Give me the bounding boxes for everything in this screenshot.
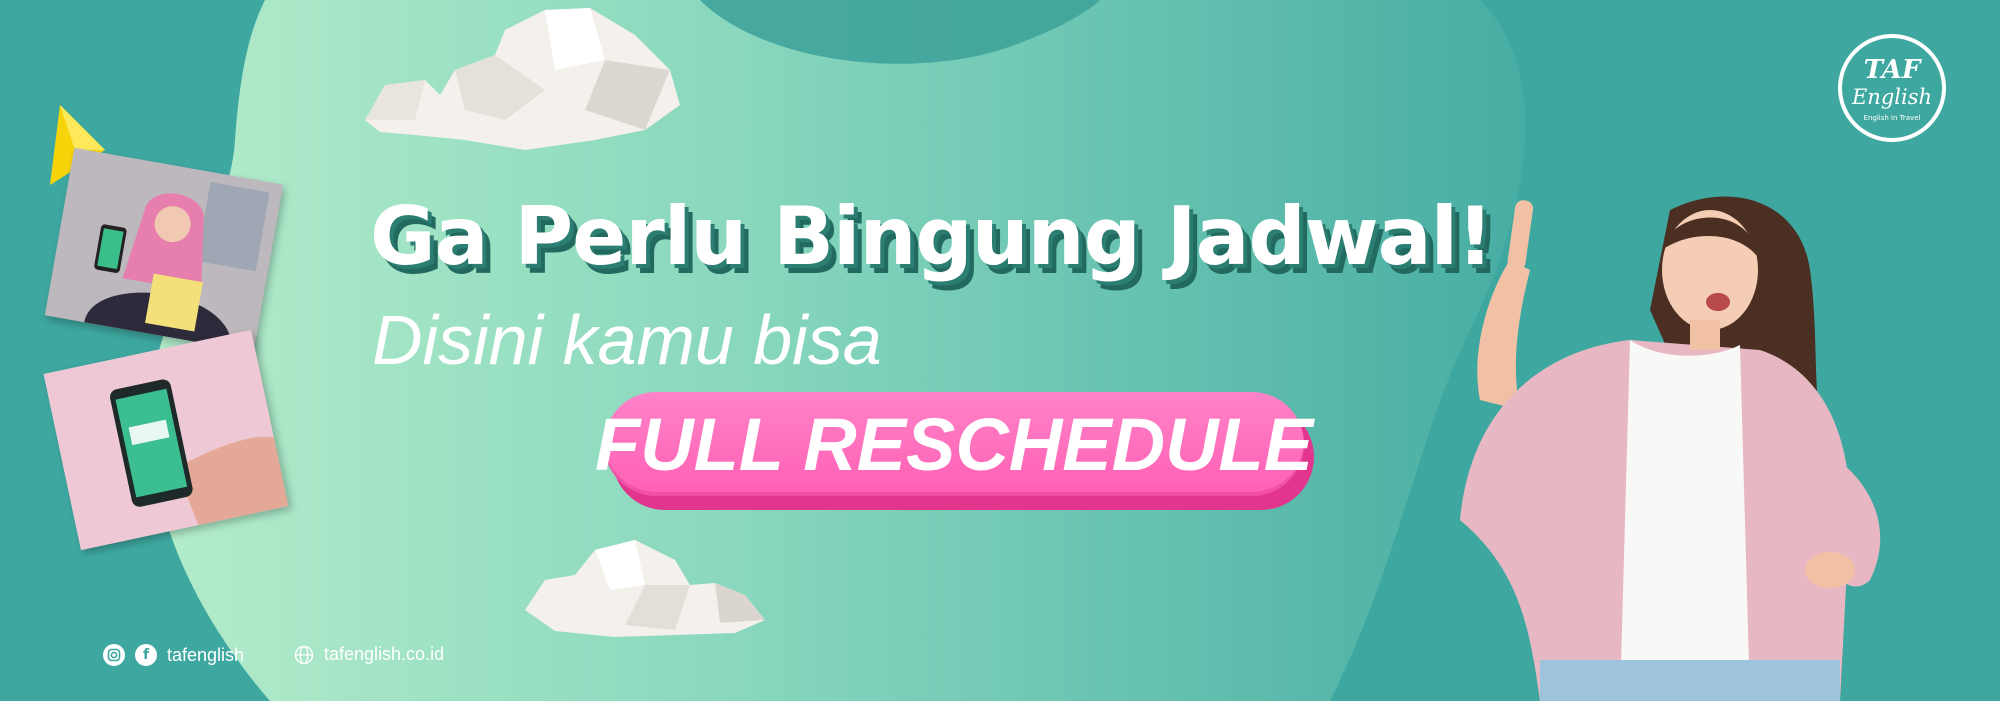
taf-english-logo: TAF English English in Travel <box>1838 34 1946 142</box>
cloud-top <box>365 8 680 150</box>
full-reschedule-badge[interactable]: FULL RESCHEDULE <box>595 392 1314 510</box>
website-row: tafenglish.co.id <box>294 644 444 665</box>
svg-text:English: English <box>1851 85 1932 109</box>
social-handle[interactable]: tafenglish <box>167 645 244 666</box>
subheadline: Disini kamu bisa <box>372 301 882 379</box>
headline: Ga Perlu Bingung Jadwal! <box>370 190 1494 283</box>
instagram-icon[interactable] <box>103 644 125 666</box>
promo-banner: Ga Perlu Bingung Jadwal! Disini kamu bis… <box>0 0 2000 701</box>
website-url[interactable]: tafenglish.co.id <box>324 644 444 665</box>
facebook-icon[interactable]: f <box>135 644 157 666</box>
globe-icon <box>294 645 314 664</box>
badge-label: FULL RESCHEDULE <box>595 392 1313 496</box>
girl-pointing-up-illustration <box>1460 196 1881 701</box>
svg-text:English in Travel: English in Travel <box>1864 114 1921 122</box>
cloud-bottom <box>525 540 765 637</box>
svg-text:TAF: TAF <box>1864 55 1922 85</box>
woman-holding-phone-photo <box>44 147 284 353</box>
social-handle-row: f tafenglish <box>103 644 244 666</box>
